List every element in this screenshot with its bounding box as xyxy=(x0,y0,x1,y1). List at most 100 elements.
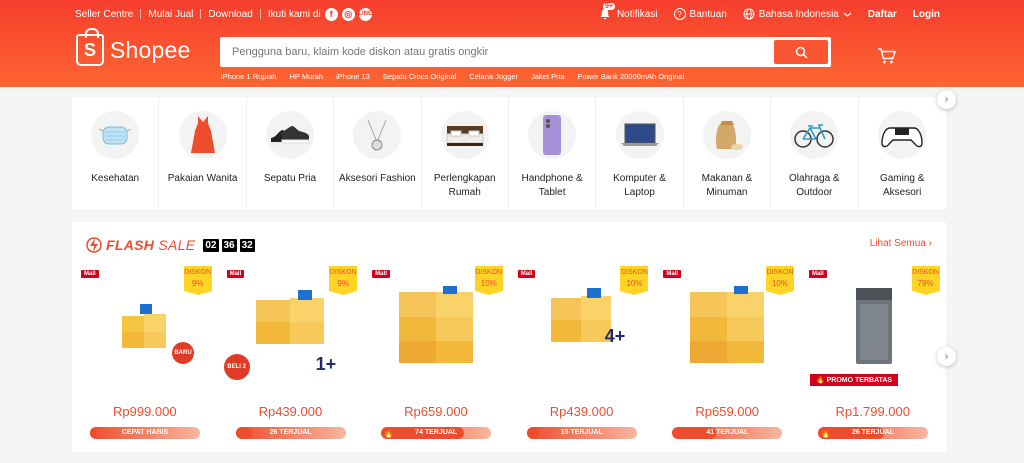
chevron-right-icon: › xyxy=(944,351,949,362)
category-health[interactable]: Kesehatan xyxy=(72,97,160,209)
sold-label: 41 TERJUAL xyxy=(706,429,749,436)
discount-label: DISKON xyxy=(329,269,357,276)
cart-icon[interactable] xyxy=(877,46,897,66)
help-label: Bantuan xyxy=(689,8,727,20)
search-icon xyxy=(795,46,808,59)
search-button[interactable] xyxy=(774,40,828,64)
sold-label: 15 TERJUAL xyxy=(560,429,603,436)
language-label: Bahasa Indonesia xyxy=(758,8,839,20)
chevron-right-icon: › xyxy=(928,238,932,249)
discount-label: DISKON xyxy=(475,269,503,276)
notifications-label: Notifikasi xyxy=(616,8,658,20)
sold-progress-fill xyxy=(235,427,253,439)
product-price: Rp439.000 xyxy=(549,404,614,419)
download-link[interactable]: Download xyxy=(208,9,252,20)
category-food-drinks[interactable]: Makanan & Minuman xyxy=(684,97,772,209)
chevron-right-icon: › xyxy=(944,94,949,105)
search-hint[interactable]: iPhone 1 Rupiah xyxy=(221,72,276,81)
category-label: Makanan & Minuman xyxy=(701,173,753,198)
necklace-icon xyxy=(353,111,402,159)
sold-progress: CEPAT HABIS xyxy=(90,427,200,439)
product-card[interactable]: Mall DISKON 9% BELI 2 1+ Rp439.000 26 TER… xyxy=(218,262,364,442)
new-badge-label: BARU xyxy=(174,350,192,356)
header: Seller Centre Mulai Jual Download Ikuti … xyxy=(0,0,1024,87)
category-sports-outdoor[interactable]: Olahraga & Outdoor xyxy=(771,97,859,209)
category-home-supplies[interactable]: Perlengkapan Rumah xyxy=(422,97,509,209)
fire-icon: 🔥 xyxy=(383,428,395,438)
product-card[interactable]: Mall DISKON 79% 🔥 PROMO TERBATAS Rp1.799.… xyxy=(800,262,946,442)
timer-hours: 02 xyxy=(203,238,219,252)
category-label: Gaming & Aksesori xyxy=(879,173,925,198)
category-computers-laptops[interactable]: Komputer & Laptop xyxy=(596,97,684,209)
search-hint[interactable]: Celana Jogger xyxy=(469,72,518,81)
bed-icon xyxy=(440,111,489,159)
sold-progress: 15 TERJUAL xyxy=(526,427,637,439)
facebook-icon[interactable]: f xyxy=(324,7,338,21)
fire-icon: 🔥 xyxy=(819,428,832,438)
line-icon[interactable]: LINE xyxy=(358,7,372,21)
sold-label: 26 TERJUAL xyxy=(269,429,312,436)
brand-name: Shopee xyxy=(110,36,191,63)
category-label: Sepatu Pria xyxy=(263,173,317,184)
search-input[interactable] xyxy=(223,46,774,58)
register-link[interactable]: Daftar xyxy=(868,9,897,20)
search-hint[interactable]: iPhone 13 xyxy=(336,72,370,81)
language-selector[interactable]: Bahasa Indonesia xyxy=(743,8,852,20)
limited-promo-label: PROMO TERBATAS xyxy=(826,377,893,384)
sold-progress: 🔥 74 TERJUAL xyxy=(381,427,492,439)
timer-seconds: 32 xyxy=(239,238,255,252)
flash-sale-next-button[interactable]: › xyxy=(937,347,956,366)
buy-two-label: BELI 2 xyxy=(227,364,246,370)
product-card[interactable]: Mall DISKON 10% Rp659.000 41 TERJUAL xyxy=(654,262,800,442)
milk-box-image xyxy=(399,286,474,363)
seller-centre-link[interactable]: Seller Centre xyxy=(75,9,133,20)
category-label: Komputer & Laptop xyxy=(613,173,666,198)
category-phones-tablets[interactable]: Handphone & Tablet xyxy=(509,97,597,209)
search-hint[interactable]: Power Bank 20000mAh Original xyxy=(577,72,684,81)
phone-icon xyxy=(528,111,577,159)
notifications-link[interactable]: 9+ Notifikasi xyxy=(599,3,658,20)
flash-sale-section: FLASH SALE 02 36 32 Lihat Semua › Mall D… xyxy=(72,222,946,452)
product-card[interactable]: Mall DISKON 10% Rp659.000 🔥 74 TERJUAL xyxy=(363,262,509,442)
category-fashion-accessories[interactable]: Aksesori Fashion xyxy=(334,97,422,209)
category-next-button[interactable]: › xyxy=(937,90,956,109)
mall-badge: Mall xyxy=(808,270,827,278)
instagram-icon[interactable]: ◎ xyxy=(341,7,355,21)
flash-sale-products: Mall DISKON 9% BARU Rp999.000 CEPAT HABIS… xyxy=(72,262,946,442)
sold-label: 74 TERJUAL xyxy=(415,429,458,436)
dress-icon xyxy=(178,111,227,159)
help-link[interactable]: ? Bantuan xyxy=(673,8,727,20)
category-grid: Kesehatan Pakaian Wanita Sepatu Pria Aks… xyxy=(72,97,946,209)
category-label: Aksesori Fashion xyxy=(339,173,416,184)
category-label: Handphone & Tablet xyxy=(521,173,583,198)
search-hint[interactable]: HP Murah xyxy=(289,72,323,81)
login-link[interactable]: Login xyxy=(913,9,940,20)
product-price: Rp1.799.000 xyxy=(835,404,910,419)
product-card[interactable]: Mall DISKON 10% 4+ Rp439.000 15 TERJUAL xyxy=(509,262,655,442)
follow-us-label: Ikuti kami di xyxy=(267,8,321,20)
sold-label: CEPAT HABIS xyxy=(121,429,169,436)
discount-label: DISKON xyxy=(766,269,794,276)
start-selling-link[interactable]: Mulai Jual xyxy=(148,9,193,20)
sneakers-icon xyxy=(265,111,314,159)
flash-sale-header: FLASH SALE 02 36 32 xyxy=(86,236,255,254)
category-women-clothing[interactable]: Pakaian Wanita xyxy=(159,97,247,209)
mall-badge: Mall xyxy=(372,270,390,278)
search-hint[interactable]: Sepatu Crocs Original xyxy=(383,72,456,81)
shopee-logo[interactable]: S Shopee xyxy=(76,28,191,66)
mask-icon xyxy=(91,111,140,159)
category-men-shoes[interactable]: Sepatu Pria xyxy=(247,97,335,209)
see-all-link[interactable]: Lihat Semua › xyxy=(870,238,932,249)
category-label: Kesehatan xyxy=(91,173,140,184)
divider xyxy=(200,9,202,19)
product-price: Rp659.000 xyxy=(404,404,468,419)
divider xyxy=(259,9,261,19)
countdown-timer: 02 36 32 xyxy=(203,238,255,252)
divider xyxy=(140,9,142,19)
category-gaming-accessories[interactable]: Gaming & Aksesori xyxy=(859,97,946,209)
search-hint[interactable]: Jaket Pria xyxy=(531,72,564,81)
age-label: 1+ xyxy=(315,354,337,374)
product-price: Rp999.000 xyxy=(112,404,177,419)
product-card[interactable]: Mall DISKON 9% BARU Rp999.000 CEPAT HABIS xyxy=(72,262,218,442)
food-sack-icon xyxy=(702,111,751,159)
